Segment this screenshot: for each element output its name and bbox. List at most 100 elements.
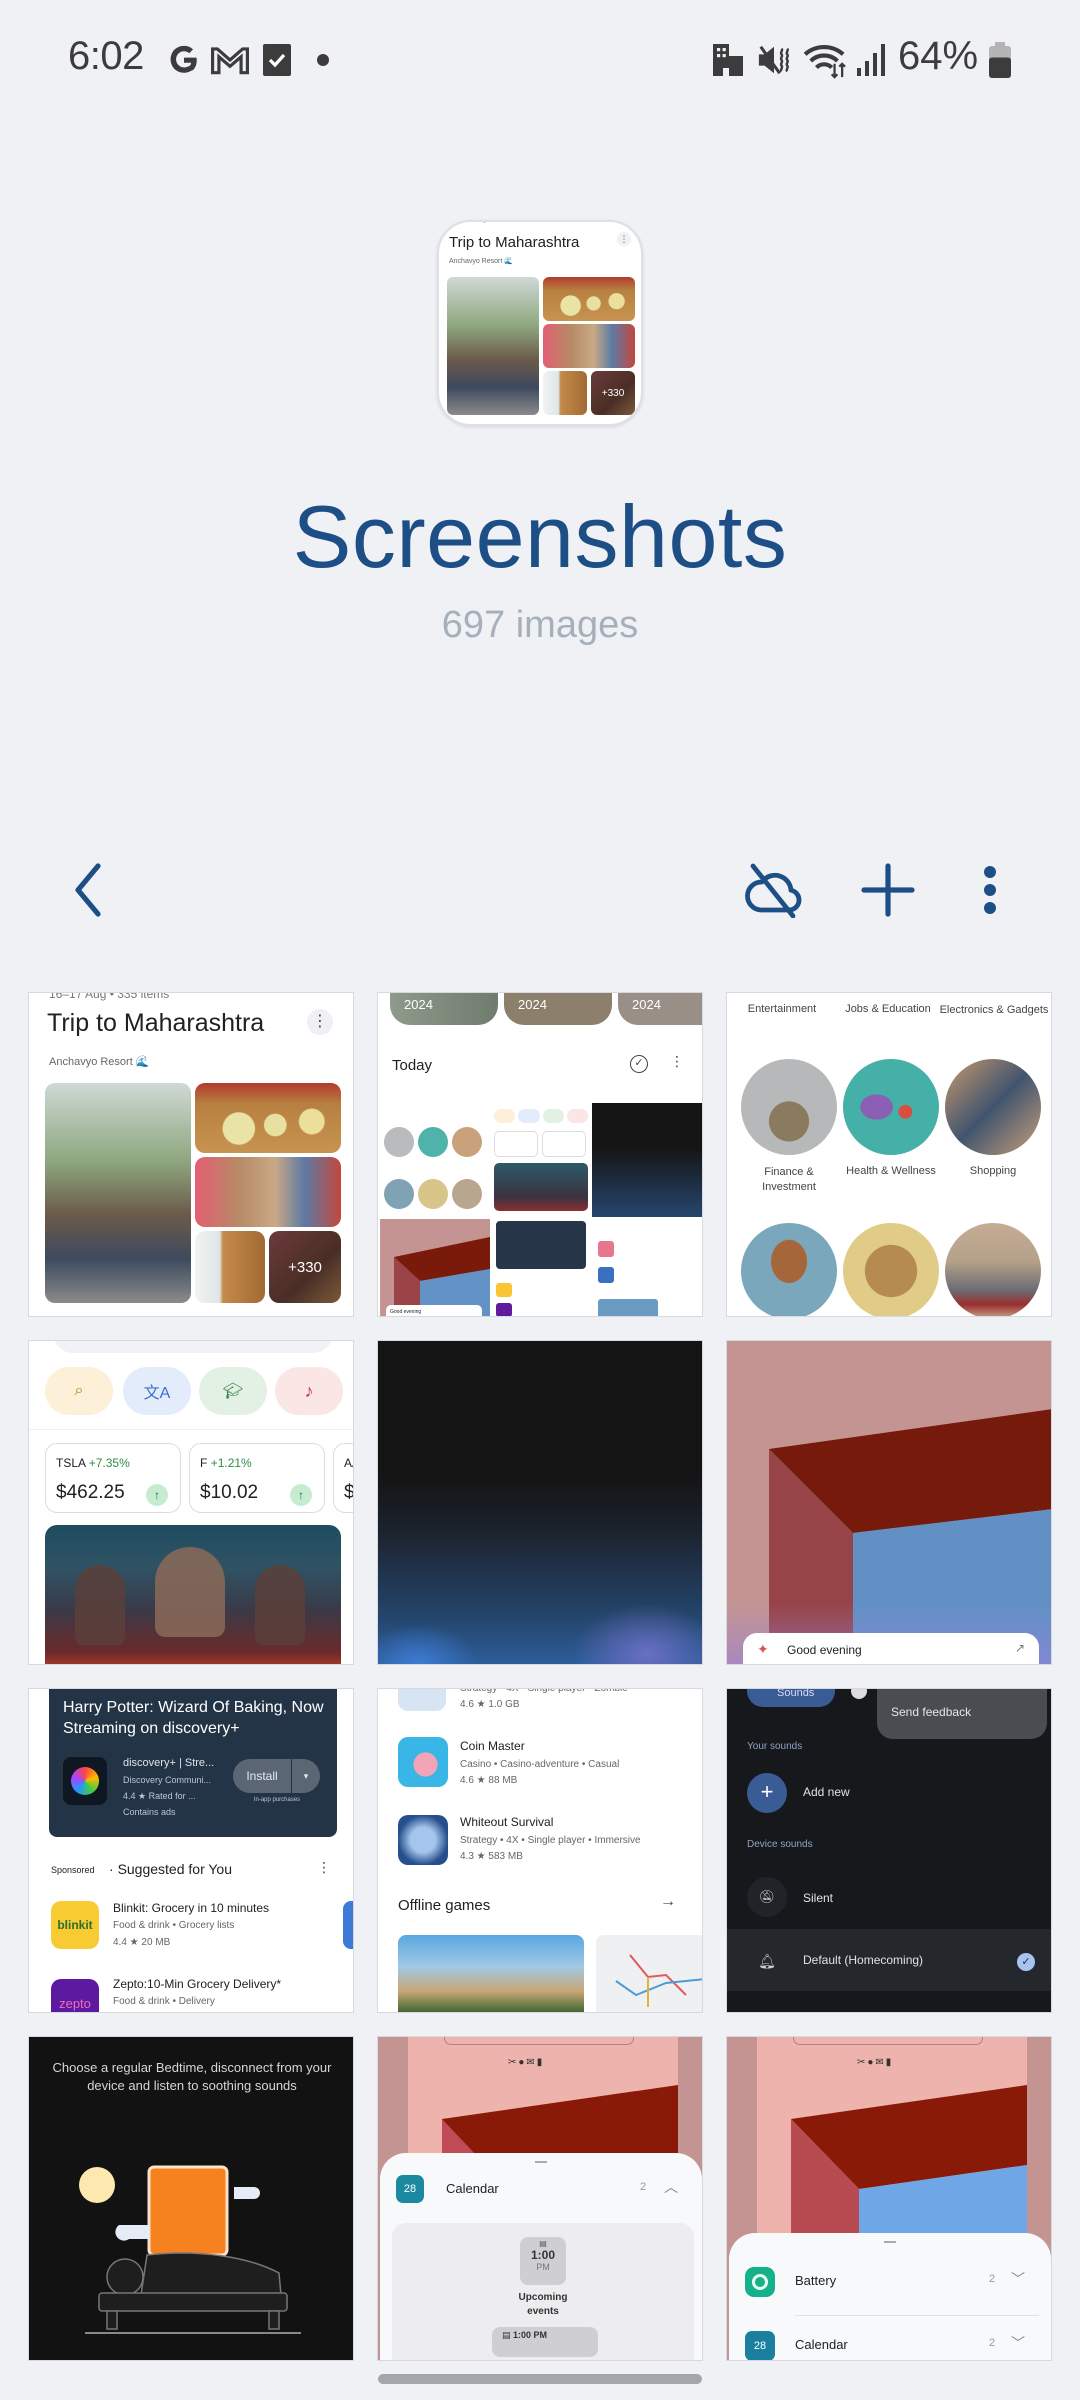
- year-chip: 2024: [504, 993, 612, 1025]
- install-dropdown-button[interactable]: ▾: [292, 1759, 320, 1793]
- more-vert-icon: [984, 866, 996, 914]
- screenshot-thumbnail[interactable]: Harry Potter: Wizard Of Baking, Now Stre…: [28, 1688, 354, 2013]
- year-chip: 2024: [618, 993, 702, 1025]
- category-label: Jobs & Education: [845, 1003, 931, 1015]
- cover-photo-group: [543, 324, 635, 368]
- lens-chip-icon: ⌕: [45, 1367, 113, 1415]
- sounds-chip: Sounds: [747, 1689, 835, 1707]
- battery-app-icon: [745, 2267, 775, 2297]
- cloud-off-icon: [745, 863, 802, 918]
- add-icon: [861, 863, 915, 917]
- expand-icon: ﹀: [1011, 2335, 1025, 2351]
- tile-date-line: 16–17 Aug • 335 items: [49, 992, 170, 1001]
- screenshot-thumbnail[interactable]: 16–17 Aug • 335 items Trip to Maharashtr…: [28, 992, 354, 1317]
- year-chip: 2024: [390, 993, 498, 1025]
- event-time-badge: ▤ 1:00 PM: [520, 2237, 566, 2285]
- screenshot-thumbnail[interactable]: Entertainment Jobs & Education Electroni…: [726, 992, 1052, 1317]
- category-label: Shopping: [969, 1165, 1017, 1177]
- stock-price: $462.25: [56, 1482, 125, 1503]
- search-bar-fragment: [53, 1341, 333, 1353]
- gmail-icon: [210, 40, 250, 80]
- notification-panel: Battery 2 ﹀ 28 Calendar 2 ﹀: [729, 2233, 1051, 2360]
- mute-vibrate-icon: [756, 40, 792, 80]
- category-label: Health & Wellness: [846, 1165, 936, 1177]
- more-vert-icon: ⋮: [317, 1859, 331, 1875]
- screenshot-thumbnail[interactable]: [377, 1340, 703, 1665]
- sparkle-icon: ✦: [757, 1641, 769, 1657]
- cover-date-line: 16–17 Aug • 335 items: [453, 222, 523, 223]
- trend-up-icon: ↑: [146, 1484, 168, 1506]
- selected-check-icon: ✓: [1017, 1953, 1035, 1971]
- status-time: 6:02: [68, 34, 144, 78]
- finance-category-image: [741, 1059, 837, 1155]
- mini-wallpaper-thumb: Good evening: [380, 1219, 490, 1316]
- photo-door: [195, 1231, 265, 1303]
- cover-title: Trip to Maharashtra: [449, 234, 580, 251]
- cover-subtitle: Anchavyo Resort 🌊: [449, 258, 513, 265]
- shopping-category-image: [945, 1059, 1041, 1155]
- more-options-button[interactable]: [950, 850, 1030, 930]
- add-button[interactable]: [848, 850, 928, 930]
- screenshot-thumbnail[interactable]: Strategy • 4X • Single player • Zombie 4…: [377, 1688, 703, 2013]
- home-gesture-bar[interactable]: [378, 2374, 702, 2384]
- health-category-image: [843, 1059, 939, 1155]
- notification-icons: ✂●✉▮: [857, 2057, 894, 2068]
- stock-card[interactable]: AA $2: [333, 1443, 353, 1513]
- education-chip-icon: 🎓︎: [199, 1367, 267, 1415]
- ad-card: Harry Potter: Wizard Of Baking, Now Stre…: [49, 1689, 337, 1837]
- screenshot-thumbnail[interactable]: 2024 2024 2024 Today ✓ ⋮ Good evening: [377, 992, 703, 1317]
- add-new-icon: +: [747, 1773, 787, 1813]
- status-bar: 6:02 64%: [0, 0, 1080, 120]
- more-vert-icon: ⋮: [670, 1053, 684, 1069]
- screenshot-thumbnail[interactable]: Sounds Send feedback Your sounds + Add n…: [726, 1688, 1052, 2013]
- stock-card[interactable]: F +1.21% $10.02 ↑: [189, 1443, 325, 1513]
- discovery-app-icon: [63, 1757, 107, 1805]
- calendar-app-icon: 28: [396, 2175, 424, 2203]
- expand-icon: ﹀: [1011, 2271, 1025, 2287]
- work-profile-icon: [712, 40, 744, 80]
- back-button[interactable]: [48, 850, 128, 930]
- album-cover-thumbnail: 16–17 Aug • 335 items Trip to Maharashtr…: [437, 220, 643, 426]
- screenshot-thumbnail[interactable]: ✂●✉▮ Battery 2 ﹀ 28 Calendar 2 ﹀: [726, 2036, 1052, 2361]
- trend-up-icon: ↑: [290, 1484, 312, 1506]
- category-label: Finance & Investment: [762, 1166, 816, 1193]
- cloud-sync-off-button[interactable]: [734, 850, 814, 930]
- photo-group: [195, 1157, 341, 1227]
- stock-card[interactable]: TSLA +7.35% $462.25 ↑: [45, 1443, 181, 1513]
- tile-more-icon: ⋮: [307, 1009, 333, 1035]
- movie-banner-image: [45, 1525, 341, 1664]
- screenshot-thumbnail[interactable]: ⌕ 文A 🎓︎ ♪ TSLA +7.35% $462.25 ↑ F +1.21%…: [28, 1340, 354, 1665]
- screenshot-thumbnail[interactable]: Choose a regular Bedtime, disconnect fro…: [28, 2036, 354, 2361]
- battery-percent: 64%: [898, 34, 979, 78]
- category-label: Electronics & Gadgets: [939, 1004, 1049, 1016]
- cover-more-count: +330: [591, 371, 635, 415]
- section-title: Offline games: [398, 1897, 491, 1914]
- bell-off-icon: 🔕︎: [747, 1877, 787, 1917]
- food-category-image: [843, 1223, 939, 1316]
- section-title: · Suggested for You: [109, 1861, 232, 1877]
- cover-photo-door: [543, 371, 587, 415]
- screenshot-thumbnail[interactable]: ✦ Good evening ↗: [726, 1340, 1052, 1665]
- select-check-icon: ✓: [630, 1055, 648, 1073]
- category-label: Entertainment: [747, 1003, 817, 1015]
- photo-swing: [45, 1083, 191, 1303]
- notification-dot-icon: [316, 40, 330, 80]
- back-icon: [75, 863, 101, 917]
- music-chip-icon: ♪: [275, 1367, 343, 1415]
- wifi-icon: [802, 40, 850, 80]
- send-feedback-menu-item: Send feedback: [877, 1689, 1047, 1739]
- photo-food: [195, 1083, 341, 1153]
- game-banner-image: [398, 1935, 584, 2012]
- section-today: Today: [392, 1057, 433, 1074]
- cover-more-icon: ⋮: [617, 232, 631, 246]
- mini-stocks-thumb: [492, 1103, 590, 1217]
- tile-title: Trip to Maharashtra: [47, 1009, 265, 1037]
- stock-price: $10.02: [200, 1482, 259, 1503]
- screenshot-thumbnail[interactable]: ✂●✉▮ 28 Calendar 2 ︿ ▤ 1:00 PM Upcoming …: [377, 2036, 703, 2361]
- coin-master-app-icon: [398, 1737, 448, 1787]
- travel-category-image: [741, 1223, 837, 1316]
- mini-play-ad-thumb: [492, 1219, 590, 1316]
- install-button[interactable]: Install: [233, 1759, 291, 1793]
- mini-dark-thumb: [592, 1103, 702, 1217]
- blinkit-app-icon: blinkit: [51, 1901, 99, 1949]
